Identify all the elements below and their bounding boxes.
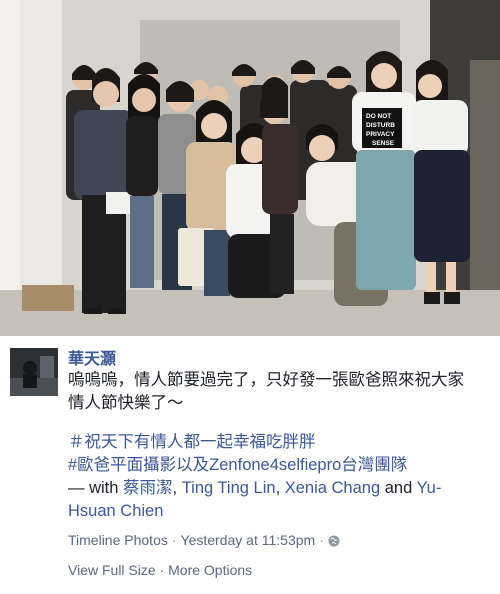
group-photo[interactable]: DO NOT DISTURB PRIVACY SENSE xyxy=(0,0,500,336)
post-message: 嗚嗚嗚，情人節要過完了，只好發一張歐爸照來祝大家 情人節快樂了～ xyxy=(68,369,492,415)
tagged-person-link[interactable]: Hsuan Chien xyxy=(68,500,492,523)
globe-icon[interactable] xyxy=(328,534,340,547)
author-name[interactable]: 華天灝 xyxy=(68,345,116,369)
meta-separator: · xyxy=(159,562,169,578)
meta-separator: · xyxy=(171,532,177,548)
message-line: 情人節快樂了～ xyxy=(68,394,184,412)
more-options-link[interactable]: More Options xyxy=(168,562,252,578)
hashtag-link[interactable]: ＃祝天下有情人都一起幸福吃胖胖 xyxy=(68,431,492,454)
shirt-text-line: DO NOT xyxy=(366,113,391,120)
shirt-text-line: PRIVACY xyxy=(366,131,395,138)
post-hashtags: ＃祝天下有情人都一起幸福吃胖胖 #歐爸平面攝影以及Zenfone4selfiep… xyxy=(68,431,492,523)
tagged-person-link[interactable]: Yu- xyxy=(417,479,442,497)
tagged-people-line: — with 蔡雨潔, Ting Ting Lin, Xenia Chang a… xyxy=(68,477,492,500)
timestamp-link[interactable]: Yesterday at 11:53pm xyxy=(181,532,316,548)
view-full-size-link[interactable]: View Full Size xyxy=(68,562,156,578)
post-meta: Timeline Photos · Yesterday at 11:53pm · xyxy=(68,532,340,548)
tag-and: and xyxy=(380,479,417,497)
tagged-person-link[interactable]: 蔡雨潔 xyxy=(123,479,173,497)
group-photo-graphic: DO NOT DISTURB PRIVACY SENSE xyxy=(0,0,500,336)
post-card: 華天灝 嗚嗚嗚，情人節要過完了，只好發一張歐爸照來祝大家 情人節快樂了～ ＃祝天… xyxy=(0,336,500,594)
tag-separator: , xyxy=(275,479,285,497)
tagged-person-link[interactable]: Ting Ting Lin xyxy=(182,479,276,497)
with-prefix: — with xyxy=(68,479,124,497)
photo-actions: View Full Size · More Options xyxy=(68,562,252,578)
avatar[interactable] xyxy=(10,348,58,396)
tagged-person-link[interactable]: Xenia Chang xyxy=(285,479,380,497)
album-link[interactable]: Timeline Photos xyxy=(68,532,168,548)
message-line: 嗚嗚嗚，情人節要過完了，只好發一張歐爸照來祝大家 xyxy=(68,371,464,389)
shirt-text-line: SENSE xyxy=(372,140,395,147)
shirt-text-line: DISTURB xyxy=(366,122,395,129)
hashtag-link[interactable]: #歐爸平面攝影以及Zenfone4selfiepro台灣團隊 xyxy=(68,454,492,477)
tag-separator: , xyxy=(172,479,182,497)
meta-separator: · xyxy=(319,532,324,548)
avatar-image xyxy=(10,348,58,396)
